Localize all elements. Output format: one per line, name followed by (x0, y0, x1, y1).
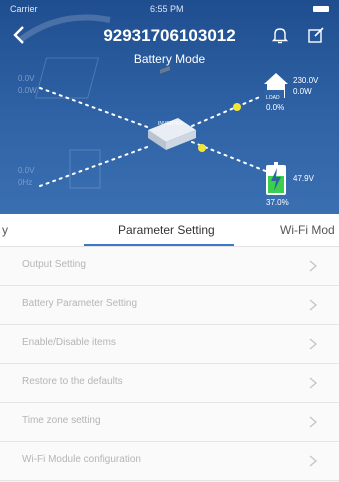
load-voltage: 230.0V (293, 76, 319, 85)
menu-item-label: Time zone setting (22, 415, 101, 426)
active-tab-indicator (84, 244, 234, 246)
menu-item-enable-disable-items[interactable]: Enable/Disable items (0, 325, 339, 364)
load-power: 0.0W (293, 87, 312, 96)
chevron-right-icon (309, 338, 318, 350)
chevron-right-icon (309, 299, 318, 311)
menu-item-wifi-module-configuration[interactable]: Wi-Fi Module configuration (0, 442, 339, 481)
inverter-icon (148, 66, 196, 150)
load-flow-line (191, 95, 263, 127)
bell-icon[interactable] (271, 26, 289, 44)
inverter-label: INVERTER (158, 121, 184, 127)
tab-previous[interactable]: y (2, 223, 8, 237)
tab-parameter-setting[interactable]: Parameter Setting (118, 223, 215, 237)
menu-item-label: Battery Parameter Setting (22, 298, 138, 309)
chevron-right-icon (309, 260, 318, 272)
menu-item-restore-defaults[interactable]: Restore to the defaults (0, 364, 339, 403)
navigation-bar: 92931706103012 Battery Mode (0, 18, 339, 66)
edit-icon[interactable] (307, 26, 325, 44)
menu-item-label: Restore to the defaults (22, 376, 123, 387)
menu-item-label: Output Setting (22, 259, 86, 270)
battery-icon (266, 162, 286, 195)
chevron-right-icon (309, 416, 318, 428)
grid-flow-line (39, 145, 151, 187)
pv-flow-line (39, 87, 151, 129)
battery-flow-dot (198, 144, 206, 152)
tab-bar: y Parameter Setting Wi-Fi Mod (0, 214, 339, 247)
menu-item-label: Enable/Disable items (22, 337, 116, 348)
settings-list: Output Setting Battery Parameter Setting… (0, 247, 339, 481)
status-header: Carrier 6:55 PM 0.0V 0.0W 0.0V 0Hz INVER… (0, 0, 339, 214)
menu-item-label: Wi-Fi Module configuration (22, 454, 141, 465)
battery-voltage: 47.9V (293, 174, 314, 183)
load-flow-dot (233, 103, 241, 111)
grid-tower-icon (69, 149, 101, 189)
menu-item-battery-parameter-setting[interactable]: Battery Parameter Setting (0, 286, 339, 325)
mode-subtitle: Battery Mode (133, 52, 206, 66)
tab-wifi-module[interactable]: Wi-Fi Mod (280, 223, 335, 237)
battery-percent: 37.0% (266, 198, 289, 207)
chevron-right-icon (309, 455, 318, 467)
load-percent: 0.0% (266, 103, 285, 112)
chevron-right-icon (309, 377, 318, 389)
load-label: LOAD (266, 95, 280, 101)
menu-item-time-zone-setting[interactable]: Time zone setting (0, 403, 339, 442)
menu-item-output-setting[interactable]: Output Setting (0, 247, 339, 286)
